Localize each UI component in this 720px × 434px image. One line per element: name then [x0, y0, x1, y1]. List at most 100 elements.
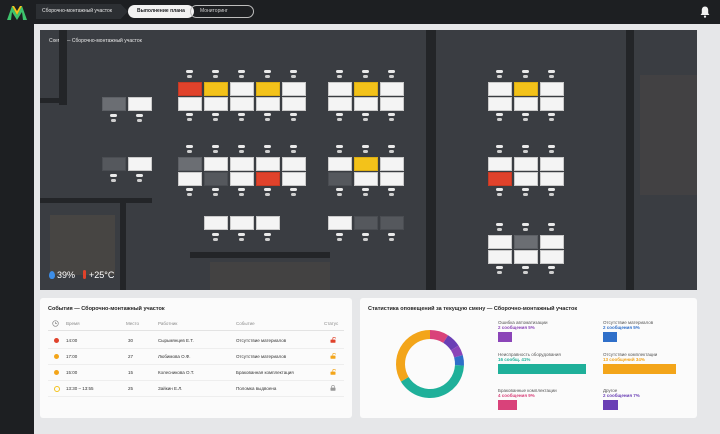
workstation[interactable]: [204, 82, 228, 96]
lock-closed-icon[interactable]: [330, 385, 336, 391]
lock-open-icon[interactable]: [330, 369, 336, 375]
workstation[interactable]: [380, 157, 404, 171]
workstation[interactable]: [514, 97, 538, 111]
workstation[interactable]: [178, 97, 202, 111]
donut-slice[interactable]: [400, 365, 464, 398]
workstation[interactable]: [178, 172, 202, 186]
chair-icon: [388, 188, 395, 197]
workstation[interactable]: [540, 157, 564, 171]
workstation[interactable]: [354, 216, 378, 230]
workstation[interactable]: [488, 82, 512, 96]
workstation[interactable]: [128, 97, 152, 111]
chair-icon: [496, 223, 503, 232]
cell-worker: Зайкин Е.Л.: [158, 386, 183, 391]
app-logo-icon[interactable]: [7, 6, 27, 20]
workstation[interactable]: [282, 172, 306, 186]
workstation[interactable]: [540, 97, 564, 111]
status-dot: [54, 354, 59, 359]
legend-count: 2 сообщения 7%: [603, 393, 640, 398]
workstation[interactable]: [354, 97, 378, 111]
workstation[interactable]: [540, 235, 564, 249]
workstation[interactable]: [540, 172, 564, 186]
workstation[interactable]: [128, 157, 152, 171]
workstation[interactable]: [256, 157, 280, 171]
workstation[interactable]: [256, 172, 280, 186]
donut-slice[interactable]: [396, 330, 430, 382]
workstation[interactable]: [230, 82, 254, 96]
workstation[interactable]: [488, 172, 512, 186]
workstation[interactable]: [328, 172, 352, 186]
legend-bar: [603, 364, 676, 374]
table-row[interactable]: 14:00 30 Сырьмянцев Е.Т. Отсутствие материа…: [48, 334, 344, 349]
workstation[interactable]: [178, 157, 202, 171]
workstation[interactable]: [514, 250, 538, 264]
chair-icon: [136, 174, 143, 183]
workstation[interactable]: [354, 82, 378, 96]
chair-icon: [136, 114, 143, 123]
workstation[interactable]: [204, 97, 228, 111]
workstation[interactable]: [328, 82, 352, 96]
chair-icon: [548, 145, 555, 154]
sidebar: [0, 0, 34, 434]
workstation[interactable]: [380, 172, 404, 186]
environment-readout: 39% +25°C: [49, 270, 114, 280]
legend-item: Другое 2 сообщения 7%: [603, 388, 640, 410]
table-row[interactable]: 17:00 27 Любимова О.Ф. Отсутствие материало…: [48, 350, 344, 365]
notification-bell-icon[interactable]: [700, 6, 710, 18]
workstation[interactable]: [354, 172, 378, 186]
workstation[interactable]: [514, 235, 538, 249]
lock-open-icon[interactable]: [330, 337, 336, 343]
chair-icon: [264, 233, 271, 242]
workstation[interactable]: [256, 82, 280, 96]
workstation[interactable]: [230, 216, 254, 230]
tab-plan-execution[interactable]: Выполнение плана: [128, 5, 194, 18]
chair-icon: [388, 70, 395, 79]
workstation[interactable]: [102, 97, 126, 111]
workstation[interactable]: [204, 172, 228, 186]
workstation[interactable]: [230, 97, 254, 111]
workstation[interactable]: [178, 82, 202, 96]
events-title: События — Сборочно-монтажный участок: [48, 306, 165, 312]
workstation[interactable]: [230, 172, 254, 186]
table-row[interactable]: 15:00 15 Колесникова О.Т. Бракованная компл…: [48, 366, 344, 381]
workstation[interactable]: [230, 157, 254, 171]
workstation[interactable]: [540, 82, 564, 96]
workstation[interactable]: [256, 97, 280, 111]
workstation[interactable]: [488, 97, 512, 111]
workstation[interactable]: [282, 157, 306, 171]
workstation[interactable]: [488, 250, 512, 264]
workstation[interactable]: [380, 216, 404, 230]
chair-icon: [336, 70, 343, 79]
floor-area: [210, 262, 330, 290]
workstation[interactable]: [328, 216, 352, 230]
lock-open-icon[interactable]: [330, 353, 336, 359]
tab-monitoring[interactable]: Мониторинг: [190, 5, 254, 18]
workstation[interactable]: [514, 82, 538, 96]
workstation[interactable]: [102, 157, 126, 171]
chair-icon: [522, 188, 529, 197]
chair-icon: [212, 113, 219, 122]
workstation[interactable]: [354, 157, 378, 171]
workstation[interactable]: [282, 97, 306, 111]
workstation[interactable]: [380, 97, 404, 111]
workstation[interactable]: [328, 97, 352, 111]
workstation[interactable]: [488, 235, 512, 249]
chair-icon: [548, 70, 555, 79]
workstation[interactable]: [256, 216, 280, 230]
chair-icon: [496, 188, 503, 197]
workstation[interactable]: [488, 157, 512, 171]
workstation[interactable]: [204, 157, 228, 171]
workstation[interactable]: [540, 250, 564, 264]
chair-icon: [522, 145, 529, 154]
workstation[interactable]: [282, 82, 306, 96]
cell-time: 17:00: [66, 354, 78, 359]
workstation[interactable]: [514, 157, 538, 171]
workstation[interactable]: [380, 82, 404, 96]
water-drop-icon: [49, 271, 55, 279]
table-row[interactable]: 13:30 – 13:55 25 Зайкин Е.Л. Поломка выдвое…: [48, 382, 344, 397]
workstation[interactable]: [514, 172, 538, 186]
breadcrumb-area[interactable]: Сборочно-монтажный участок: [36, 4, 128, 19]
workstation[interactable]: [328, 157, 352, 171]
workstation[interactable]: [204, 216, 228, 230]
status-dot: [54, 370, 59, 375]
